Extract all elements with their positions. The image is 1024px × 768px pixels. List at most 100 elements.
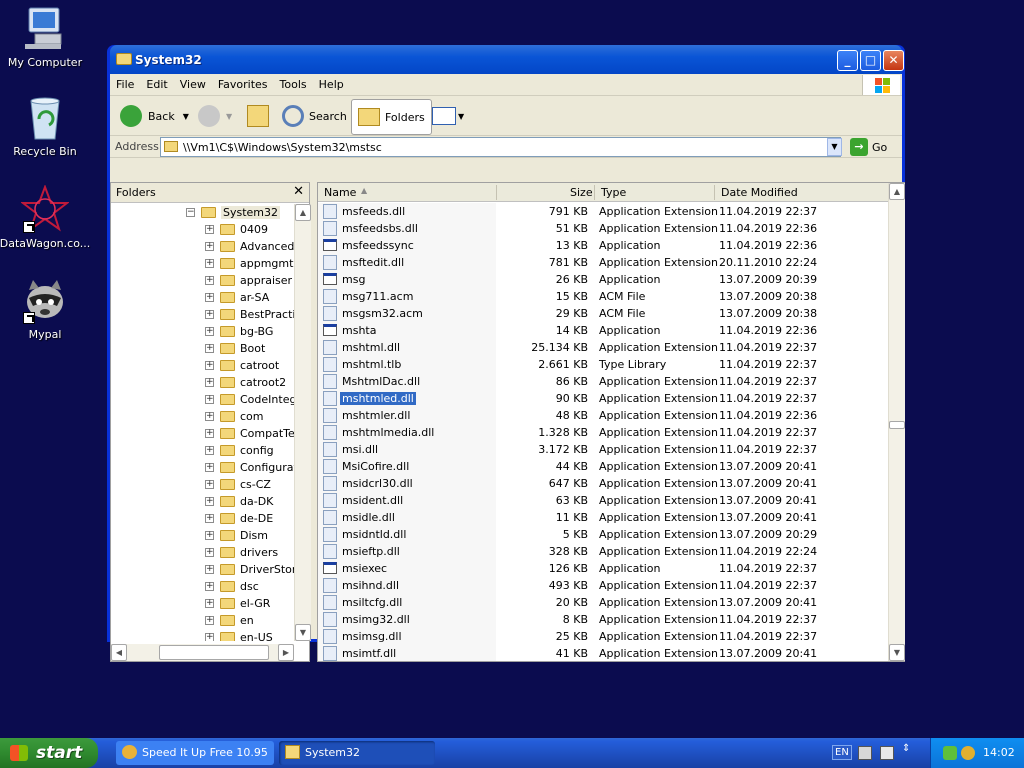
file-row[interactable]: msg 26 KB Application 13.07.2009 20:39: [318, 271, 888, 288]
chevron-down-icon[interactable]: ⇕: [902, 743, 910, 754]
folder-tree-item[interactable]: + Dism: [111, 527, 295, 544]
column-header-type[interactable]: Type: [601, 186, 626, 199]
expand-icon[interactable]: +: [205, 395, 214, 404]
expand-icon[interactable]: +: [205, 344, 214, 353]
expand-icon[interactable]: +: [205, 378, 214, 387]
menu-help[interactable]: Help: [313, 74, 350, 95]
file-row[interactable]: msimg32.dll 8 KB Application Extension 11.0…: [318, 611, 888, 628]
file-row[interactable]: msgsm32.acm 29 KB ACM File 13.07.2009 20:38: [318, 305, 888, 322]
file-row[interactable]: mshtml.dll 25.134 KB Application Extension…: [318, 339, 888, 356]
expand-icon[interactable]: +: [205, 276, 214, 285]
file-row[interactable]: msfeedsbs.dll 51 KB Application Extension 1…: [318, 220, 888, 237]
desktop-icon-my-computer[interactable]: My Computer: [0, 4, 93, 69]
address-dropdown-button[interactable]: ▼: [827, 138, 842, 156]
scroll-down-arrow-icon[interactable]: ▼: [889, 644, 905, 661]
files-vertical-scrollbar[interactable]: ▲ ▼: [888, 183, 905, 661]
desktop-icon-recycle-bin[interactable]: Recycle Bin: [0, 93, 93, 158]
folder-tree-item[interactable]: + cs-CZ: [111, 476, 295, 493]
file-row[interactable]: msidntld.dll 5 KB Application Extension 13.…: [318, 526, 888, 543]
address-input[interactable]: \\Vm1\C$\Windows\System32\mstsc: [160, 137, 841, 157]
folder-tree-item[interactable]: + en-US: [111, 629, 295, 641]
folder-tree-item[interactable]: + el-GR: [111, 595, 295, 612]
menu-tools[interactable]: Tools: [274, 74, 313, 95]
minimize-button[interactable]: _: [837, 50, 858, 71]
file-row[interactable]: msi.dll 3.172 KB Application Extension 11.0…: [318, 441, 888, 458]
maximize-button[interactable]: □: [860, 50, 881, 71]
folder-tree-item[interactable]: + Boot: [111, 340, 295, 357]
folder-tree-item[interactable]: + catroot2: [111, 374, 295, 391]
file-row[interactable]: msihnd.dll 493 KB Application Extension 11.…: [318, 577, 888, 594]
menu-view[interactable]: View: [174, 74, 212, 95]
scroll-down-arrow-icon[interactable]: ▼: [295, 624, 311, 641]
start-button[interactable]: start: [0, 738, 98, 768]
desktop-icon-datawagon[interactable]: DataWagon.co...: [0, 184, 93, 250]
expand-icon[interactable]: +: [205, 480, 214, 489]
speed-it-up-tray-icon[interactable]: [961, 746, 975, 760]
file-row[interactable]: msident.dll 63 KB Application Extension 13.…: [318, 492, 888, 509]
file-row[interactable]: msieftp.dll 328 KB Application Extension 11…: [318, 543, 888, 560]
scroll-up-arrow-icon[interactable]: ▲: [295, 204, 311, 221]
network-icon[interactable]: [943, 746, 957, 760]
scroll-thumb[interactable]: [159, 645, 269, 660]
search-button[interactable]: Search: [282, 100, 347, 132]
up-folder-button[interactable]: [247, 100, 269, 132]
expand-icon[interactable]: +: [205, 514, 214, 523]
file-row[interactable]: msg711.acm 15 KB ACM File 13.07.2009 20:38: [318, 288, 888, 305]
menu-edit[interactable]: Edit: [140, 74, 173, 95]
folder-tree-item[interactable]: + AdvancedI: [111, 238, 295, 255]
folder-tree-item[interactable]: + appraiser: [111, 272, 295, 289]
file-row[interactable]: mshtmler.dll 48 KB Application Extension 11…: [318, 407, 888, 424]
expand-icon[interactable]: +: [205, 429, 214, 438]
file-row[interactable]: msimsg.dll 25 KB Application Extension 11.0…: [318, 628, 888, 645]
folder-tree-item[interactable]: + catroot: [111, 357, 295, 374]
clock[interactable]: 14:02: [983, 746, 1015, 759]
expand-icon[interactable]: +: [205, 259, 214, 268]
file-row[interactable]: mshtmled.dll 90 KB Application Extension 11…: [318, 390, 888, 407]
expand-icon[interactable]: +: [205, 616, 214, 625]
folders-vertical-scrollbar[interactable]: ▲ ▼: [294, 204, 311, 641]
folder-tree-item[interactable]: + BestPractic: [111, 306, 295, 323]
folder-tree-item[interactable]: +0409: [111, 221, 295, 238]
expand-icon[interactable]: +: [205, 565, 214, 574]
expand-icon[interactable]: +: [205, 412, 214, 421]
expand-icon[interactable]: +: [205, 633, 214, 641]
file-row[interactable]: msftedit.dll 781 KB Application Extension 2…: [318, 254, 888, 271]
folder-tree-item[interactable]: + config: [111, 442, 295, 459]
collapse-icon[interactable]: −: [186, 208, 195, 217]
taskbar-button-speed-it-up[interactable]: Speed It Up Free 10.95: [116, 741, 274, 765]
expand-icon[interactable]: +: [205, 582, 214, 591]
folder-tree-item[interactable]: + DriverStore: [111, 561, 295, 578]
back-button[interactable]: Back ▼: [120, 100, 189, 132]
folder-tree-item[interactable]: + de-DE: [111, 510, 295, 527]
file-row[interactable]: mshtml.tlb 2.661 KB Type Library 11.04.2019…: [318, 356, 888, 373]
folder-tree-item[interactable]: + appmgmt: [111, 255, 295, 272]
folder-tree-item[interactable]: + Configurati: [111, 459, 295, 476]
folder-tree-item[interactable]: + com: [111, 408, 295, 425]
scroll-left-arrow-icon[interactable]: ◀: [111, 644, 127, 661]
folder-tree-item[interactable]: + drivers: [111, 544, 295, 561]
column-header-name[interactable]: Name: [324, 186, 356, 199]
expand-icon[interactable]: +: [205, 599, 214, 608]
file-row[interactable]: msiexec 126 KB Application 11.04.2019 22:37: [318, 560, 888, 577]
file-row[interactable]: msiltcfg.dll 20 KB Application Extension 13…: [318, 594, 888, 611]
folders-horizontal-scrollbar[interactable]: ◀ ▶: [111, 644, 294, 661]
file-row[interactable]: MshtmlDac.dll 86 KB Application Extension 1…: [318, 373, 888, 390]
file-row[interactable]: mshtmlmedia.dll 1.328 KB Application Exten…: [318, 424, 888, 441]
folder-tree-item[interactable]: + ar-SA: [111, 289, 295, 306]
folder-tree-item[interactable]: + bg-BG: [111, 323, 295, 340]
folder-tree-item[interactable]: + CodeIntegi: [111, 391, 295, 408]
desktop-icon-mypal[interactable]: Mypal: [0, 276, 93, 341]
expand-icon[interactable]: +: [205, 531, 214, 540]
expand-icon[interactable]: +: [205, 361, 214, 370]
folder-tree-item-system32[interactable]: − System32: [111, 204, 295, 221]
forward-button[interactable]: ▼: [198, 100, 232, 132]
expand-icon[interactable]: +: [205, 497, 214, 506]
expand-icon[interactable]: +: [205, 463, 214, 472]
keyboard-icon[interactable]: [858, 746, 872, 760]
file-row[interactable]: msidle.dll 11 KB Application Extension 13.0…: [318, 509, 888, 526]
folder-tree-item[interactable]: + en: [111, 612, 295, 629]
expand-icon[interactable]: +: [205, 446, 214, 455]
file-row[interactable]: msimtf.dll 41 KB Application Extension 13.0…: [318, 645, 888, 661]
close-button[interactable]: ✕: [883, 50, 904, 71]
taskbar-button-system32[interactable]: System32: [279, 741, 435, 765]
